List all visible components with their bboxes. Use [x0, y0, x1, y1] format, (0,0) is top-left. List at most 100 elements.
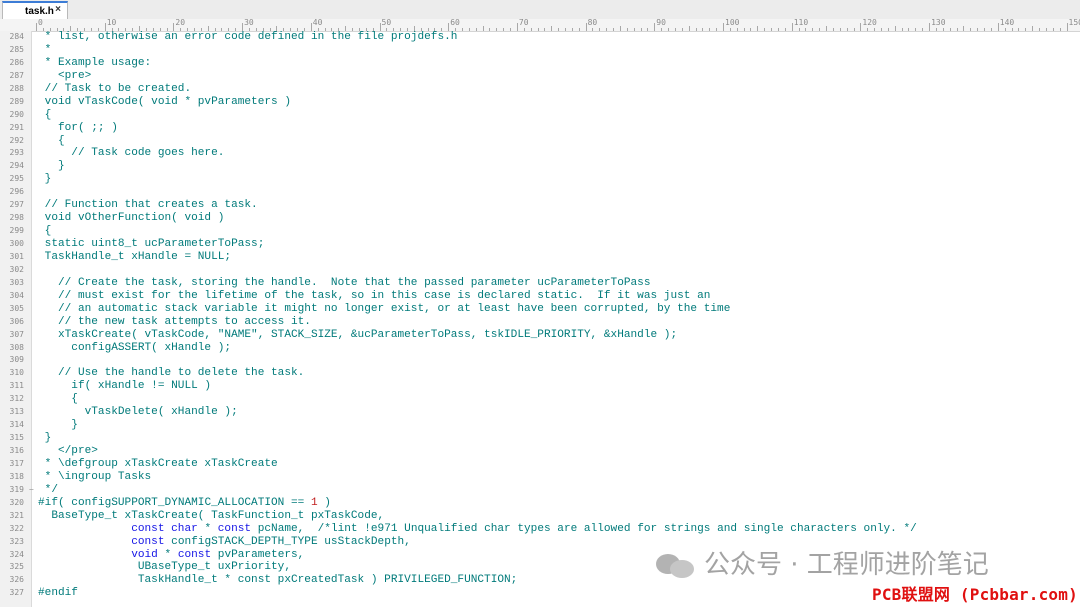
fold-marker-icon[interactable]: −	[29, 485, 34, 494]
line-number: 327	[9, 588, 24, 598]
code-token: // Create the task, storing the handle. …	[38, 276, 651, 289]
code-token: pvParameters,	[211, 548, 305, 561]
code-text: const char * const pcName, /*lint !e971 …	[38, 523, 917, 536]
code-line: 301 TaskHandle_t xHandle = NULL;	[0, 251, 1080, 264]
code-token: static uint8_t ucParameterToPass;	[38, 238, 265, 250]
line-number: 305	[9, 303, 24, 313]
code-line: 322 const char * const pcName, /*lint !e…	[0, 523, 1080, 536]
line-number: 326	[9, 575, 24, 585]
code-text: }	[38, 173, 52, 186]
code-token: // Task to be created.	[38, 82, 192, 95]
ruler-label: 90	[656, 19, 666, 27]
code-line: 313 vTaskDelete( xHandle );	[0, 406, 1080, 419]
code-text: }	[38, 419, 78, 432]
line-number: 286	[9, 57, 24, 67]
code-text: UBaseType_t uxPriority,	[38, 561, 291, 574]
code-text: TaskHandle_t * const pxCreatedTask ) PRI…	[38, 574, 517, 587]
code-token: *	[157, 548, 178, 561]
ruler-tick	[860, 23, 862, 31]
code-token: *	[38, 43, 52, 56]
code-token: }	[38, 173, 52, 186]
code-token: void vOtherFunction( void )	[38, 212, 225, 225]
code-text: * \ingroup Tasks	[38, 471, 152, 484]
tab-task-h[interactable]: task.h ×	[2, 1, 68, 19]
line-number: 316	[9, 446, 24, 455]
code-text: <pre>	[38, 70, 91, 83]
ruler-tick	[173, 23, 175, 31]
line-number: 301	[9, 251, 24, 261]
code-text: // Task code goes here.	[38, 147, 224, 160]
ruler-label: 60	[450, 19, 460, 27]
close-icon[interactable]: ×	[55, 4, 61, 15]
ruler-tick	[1066, 23, 1068, 31]
code-line: 295 }	[0, 173, 1080, 186]
keyword: const	[131, 535, 165, 548]
line-number: 293	[9, 148, 24, 158]
ruler-tick	[791, 23, 793, 31]
code-token: <pre>	[38, 69, 92, 82]
code-line: 304 // must exist for the lifetime of th…	[0, 290, 1080, 303]
line-number: 285	[9, 44, 24, 54]
code-text: static uint8_t ucParameterToPass;	[38, 238, 265, 251]
ruler-tick	[242, 23, 244, 31]
code-line: 303 // Create the task, storing the hand…	[0, 277, 1080, 290]
code-text: const configSTACK_DEPTH_TYPE usStackDept…	[38, 536, 411, 549]
ruler-tick	[929, 23, 931, 31]
code-line: 288 // Task to be created.	[0, 83, 1080, 96]
line-number: 325	[9, 562, 24, 572]
code-text: void * const pvParameters,	[38, 549, 304, 562]
ruler-tick	[723, 23, 724, 31]
keyword: const	[217, 522, 252, 535]
code-text: * \defgroup xTaskCreate xTaskCreate	[38, 458, 278, 471]
code-line: 321 BaseType_t xTaskCreate( TaskFunction…	[0, 510, 1080, 523]
code-text: void vOtherFunction( void )	[38, 212, 225, 225]
code-line: 292 {	[0, 135, 1080, 148]
code-text: // an automatic stack variable it might …	[38, 303, 730, 316]
code-token: */	[38, 483, 58, 496]
code-token: )	[317, 496, 331, 509]
code-token: configASSERT( xHandle );	[38, 341, 232, 354]
code-line: 298 void vOtherFunction( void )	[0, 212, 1080, 225]
code-line: 311 if( xHandle != NULL )	[0, 380, 1080, 393]
code-line: 286 * Example usage:	[0, 57, 1080, 70]
ruler-label: 70	[518, 19, 529, 27]
code-line: 291 for( ;; )	[0, 122, 1080, 135]
ruler-tick	[654, 23, 656, 31]
code-text: // Use the handle to delete the task.	[38, 367, 304, 380]
code-line: 308 configASSERT( xHandle );	[0, 342, 1080, 355]
preprocessor-directive: #if	[38, 496, 58, 509]
brand-label: PCB联盟网 (Pcbbar.com)	[872, 585, 1078, 604]
ruler-tick	[997, 23, 999, 31]
code-line: 289 void vTaskCode( void * pvParameters …	[0, 96, 1080, 109]
line-number: 318	[9, 471, 24, 481]
code-token: // must exist for the lifetime of the ta…	[38, 289, 711, 302]
code-text: {	[38, 393, 78, 406]
code-text: </pre>	[38, 445, 98, 458]
watermark-text: 公众号 · 工程师进阶笔记	[704, 550, 989, 580]
line-number: 294	[9, 161, 24, 171]
code-line: 309	[0, 354, 1080, 367]
line-number: 317	[9, 458, 24, 468]
code-line: 305 // an automatic stack variable it mi…	[0, 303, 1080, 316]
code-text: #endif	[38, 587, 78, 600]
line-number: 321	[9, 510, 24, 520]
code-text: }	[38, 160, 65, 173]
code-text: #if( configSUPPORT_DYNAMIC_ALLOCATION ==…	[38, 497, 331, 510]
code-editor[interactable]: 284 * list, otherwise an error code defi…	[0, 31, 1080, 600]
ruler-label: 40	[312, 19, 323, 27]
ruler-label: 0	[38, 19, 43, 27]
keyword: void	[131, 548, 158, 561]
code-token: {	[38, 393, 78, 406]
code-text: */	[38, 484, 58, 497]
wechat-icon	[654, 548, 698, 578]
code-line: 299 {	[0, 225, 1080, 238]
line-number: 289	[9, 96, 24, 106]
line-number: 322	[9, 523, 24, 533]
ruler-label: 100	[725, 19, 740, 27]
ruler-label: 110	[793, 19, 809, 27]
code-text: // Create the task, storing the handle. …	[38, 276, 651, 290]
line-number: 299	[9, 226, 24, 236]
code-text: {	[38, 225, 52, 238]
line-number: 323	[9, 536, 24, 546]
code-line: 315 }	[0, 432, 1080, 445]
